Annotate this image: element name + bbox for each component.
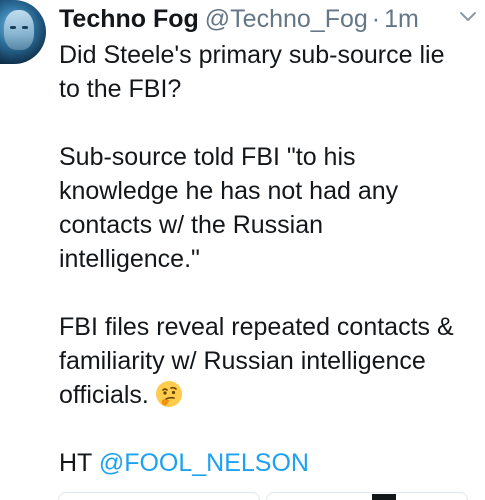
media-card[interactable] [266,492,468,500]
media-card[interactable] [58,492,260,500]
tweet-header: Techno Fog @Techno_Fog · 1m [59,2,475,36]
tweet-paragraph-text: FBI files reveal repeated contacts & fam… [59,313,454,409]
avatar[interactable] [0,0,46,64]
media-indicator [372,494,396,500]
tweet-paragraph: Did Steele's primary sub-source lie to t… [59,41,445,103]
avatar-eye [22,26,28,29]
separator-dot: · [371,5,381,33]
tweet-text: Did Steele's primary sub-source lie to t… [59,38,479,500]
avatar-eye [10,26,16,29]
tweet-paragraph: FBI files reveal repeated contacts & fam… [59,310,479,412]
mention-link[interactable]: @FOOL_NELSON [99,449,309,477]
display-name[interactable]: Techno Fog [59,2,199,36]
chevron-down-icon[interactable] [455,4,481,30]
hat-tip-label: HT [59,449,99,477]
tweet-paragraph: HT @FOOL_NELSON [59,446,479,480]
tweet: Techno Fog @Techno_Fog · 1m Did Steele's… [0,0,485,500]
avatar-face [4,10,34,50]
thinking-face-icon [155,380,183,408]
user-handle[interactable]: @Techno_Fog [205,2,368,36]
tweet-paragraph: Sub-source told FBI "to his knowledge he… [59,143,399,273]
timestamp[interactable]: 1m [384,2,419,36]
